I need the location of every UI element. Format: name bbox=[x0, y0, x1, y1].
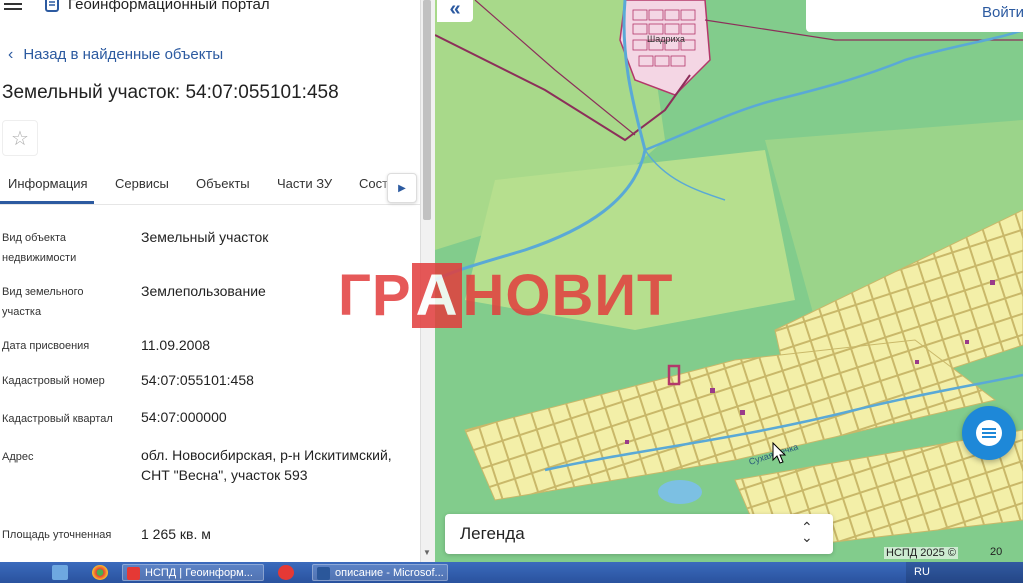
menu-icon[interactable] bbox=[4, 0, 22, 12]
value-cadastral-number: 54:07:055101:458 bbox=[141, 372, 254, 388]
page-title: Земельный участок: 54:07:055101:458 bbox=[2, 82, 339, 103]
legend-label: Легенда bbox=[460, 524, 525, 543]
login-button[interactable]: Войти bbox=[982, 4, 1023, 21]
collapse-panel-button[interactable]: « bbox=[437, 0, 473, 22]
active-tab-indicator bbox=[0, 201, 94, 204]
label-object-type: Вид объекта недвижимости bbox=[2, 232, 77, 264]
tabs-scroll-right-button[interactable]: ▶ bbox=[387, 173, 417, 203]
explorer-icon[interactable] bbox=[52, 565, 68, 580]
label-cadastral-number: Кадастровый номер bbox=[2, 375, 105, 387]
back-to-results-link[interactable]: ‹ Назад в найденные объекты bbox=[8, 46, 223, 64]
favorite-star-icon[interactable]: ☆ bbox=[2, 120, 38, 156]
chat-icon bbox=[976, 420, 1002, 446]
value-address: обл. Новосибирская, р-н Искитимский, СНТ… bbox=[141, 447, 392, 483]
label-assign-date: Дата присвоения bbox=[2, 340, 90, 352]
portal-header: Геоинформационный портал bbox=[0, 0, 420, 18]
login-bar: Войти bbox=[806, 0, 1023, 32]
label-parcel-type: Вид земельного участка bbox=[2, 286, 84, 318]
label-cadastral-quarter: Кадастровый квартал bbox=[2, 413, 113, 425]
chevron-left-icon: ‹ bbox=[8, 46, 14, 63]
watermark-logo: ГРАНОВИТ bbox=[338, 263, 674, 328]
portal-title: Геоинформационный портал bbox=[68, 0, 270, 13]
yandex-icon[interactable] bbox=[278, 565, 294, 580]
double-chevron-left-icon: « bbox=[449, 0, 461, 20]
map-scale: 20 bbox=[990, 546, 1003, 558]
pond bbox=[658, 480, 702, 504]
system-tray: RU bbox=[906, 562, 1023, 583]
chevron-right-icon: ▶ bbox=[398, 182, 406, 194]
chrome-icon[interactable] bbox=[92, 565, 108, 580]
portal-logo-icon bbox=[45, 0, 59, 12]
language-indicator[interactable]: RU bbox=[914, 566, 930, 578]
word-icon bbox=[317, 567, 330, 580]
village-label: Шадриха bbox=[647, 34, 685, 44]
value-cadastral-quarter: 54:07:000000 bbox=[141, 409, 227, 425]
tab-bar: Информация Сервисы Объекты Части ЗУ Сост bbox=[0, 168, 420, 205]
map-attribution: НСПД 2025 © bbox=[884, 547, 958, 559]
yandex-browser-icon bbox=[127, 567, 140, 580]
value-assign-date: 11.09.2008 bbox=[141, 337, 211, 353]
label-area: Площадь уточненная bbox=[2, 529, 112, 541]
windows-taskbar: НСПД | Геоинформ... описание - Microsof.… bbox=[0, 562, 1023, 583]
label-address: Адрес bbox=[2, 451, 34, 463]
value-area: 1 265 кв. м bbox=[141, 526, 211, 542]
tab-services[interactable]: Сервисы bbox=[115, 176, 169, 191]
taskbar-task-word[interactable]: описание - Microsof... bbox=[312, 564, 448, 581]
start-button[interactable] bbox=[0, 562, 40, 583]
value-object-type: Земельный участок bbox=[141, 229, 269, 245]
scroll-down-icon[interactable]: ▼ bbox=[422, 548, 432, 558]
back-label: Назад в найденные объекты bbox=[23, 46, 224, 63]
legend-toggle[interactable]: Легенда ⌃ ⌄ bbox=[445, 514, 833, 554]
tab-objects[interactable]: Объекты bbox=[196, 176, 250, 191]
chat-button[interactable] bbox=[962, 406, 1016, 460]
taskbar-task-browser[interactable]: НСПД | Геоинформ... bbox=[122, 564, 264, 581]
expand-arrows-icon: ⌃ ⌄ bbox=[801, 519, 813, 545]
tab-parts[interactable]: Части ЗУ bbox=[277, 176, 332, 191]
panel-scrollbar-thumb[interactable] bbox=[423, 0, 431, 220]
tab-information[interactable]: Информация bbox=[8, 176, 88, 191]
